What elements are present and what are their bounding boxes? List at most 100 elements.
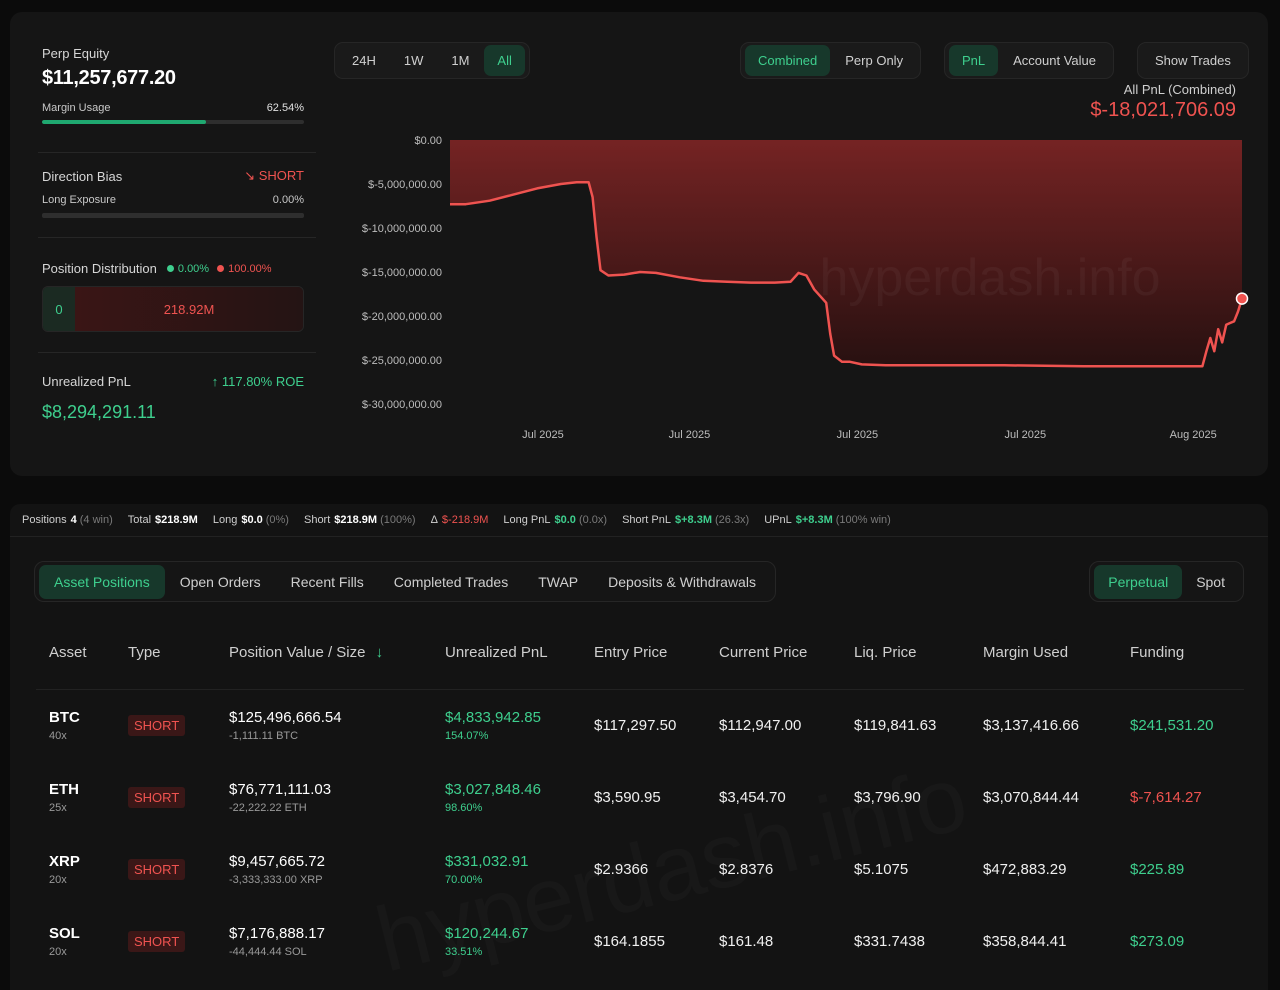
table-row[interactable]: BTC 40x SHORT $125,496,666.54 -1,111.11 BT… bbox=[36, 689, 1244, 761]
timeframe-all[interactable]: All bbox=[484, 45, 525, 76]
table-row[interactable]: ETH 25x SHORT $76,771,111.03 -22,222.22 ET… bbox=[36, 761, 1244, 833]
entry-price: $117,297.50 bbox=[594, 716, 677, 734]
timeframe-1m[interactable]: 1M bbox=[438, 45, 482, 76]
trend-down-icon: ↘ bbox=[244, 168, 256, 183]
x-tick-label: Aug 2025 bbox=[1170, 429, 1217, 441]
margin-used: $3,070,844.44 bbox=[983, 788, 1079, 806]
position-distribution-label: Position Distribution bbox=[42, 261, 157, 276]
tab-spot[interactable]: Spot bbox=[1182, 565, 1239, 599]
metric-account-value-button[interactable]: Account Value bbox=[1000, 45, 1109, 76]
timeframe-1w[interactable]: 1W bbox=[391, 45, 437, 76]
y-tick-label: $-25,000,000.00 bbox=[362, 355, 442, 367]
col-current-price[interactable]: Current Price bbox=[706, 617, 841, 690]
stat-delta: Δ $-218.9M bbox=[430, 514, 489, 526]
stat-total: Total $218.9M bbox=[127, 514, 198, 526]
mode-combined-button[interactable]: Combined bbox=[745, 45, 831, 76]
position-type-badge: SHORT bbox=[128, 786, 186, 808]
tab-twap[interactable]: TWAP bbox=[523, 565, 593, 599]
col-margin-used[interactable]: Margin Used bbox=[970, 617, 1117, 690]
liq-price: $119,841.63 bbox=[854, 716, 937, 734]
unrealized-pnl-pct: 98.60% bbox=[445, 801, 483, 814]
long-exposure-value: 0.00% bbox=[272, 194, 304, 206]
tab-deposits-withdrawals[interactable]: Deposits & Withdrawals bbox=[593, 565, 771, 599]
unrealized-pnl: $4,833,942.85 bbox=[445, 708, 541, 726]
asset-leverage: 25x bbox=[49, 801, 67, 814]
position-size: -22,222.22 ETH bbox=[229, 801, 307, 814]
distribution-short-pct: 100.00% bbox=[228, 262, 272, 275]
col-position-value[interactable]: Position Value / Size ↓ bbox=[216, 617, 432, 690]
unrealized-pnl-label: Unrealized PnL bbox=[42, 374, 131, 389]
tab-asset-positions[interactable]: Asset Positions bbox=[39, 564, 165, 599]
margin-used: $358,844.41 bbox=[983, 932, 1067, 950]
tab-completed-trades[interactable]: Completed Trades bbox=[379, 565, 523, 599]
metric-pnl-button[interactable]: PnL bbox=[949, 45, 999, 76]
col-funding[interactable]: Funding bbox=[1117, 617, 1244, 690]
asset-symbol[interactable]: BTC bbox=[49, 709, 115, 726]
market-tabs: Perpetual Spot bbox=[1089, 561, 1244, 602]
tab-recent-fills[interactable]: Recent Fills bbox=[276, 565, 379, 599]
asset-leverage: 40x bbox=[49, 729, 67, 742]
timeframe-selector: 24H 1W 1M All bbox=[334, 42, 530, 79]
show-trades-button[interactable]: Show Trades bbox=[1142, 45, 1244, 76]
pnl-chart[interactable]: $0.00 $-5,000,000.00 $-10,000,000.00 $-15,0… bbox=[330, 120, 1260, 460]
col-asset[interactable]: Asset bbox=[36, 617, 115, 690]
current-price: $3,454.70 bbox=[719, 788, 786, 806]
table-row[interactable]: XRP 20x SHORT $9,457,665.72 -3,333,333.00 … bbox=[36, 833, 1244, 905]
asset-symbol[interactable]: ETH bbox=[49, 781, 115, 798]
unrealized-pnl: $3,027,848.46 bbox=[445, 780, 541, 798]
divider bbox=[38, 352, 316, 353]
tab-open-orders[interactable]: Open Orders bbox=[165, 565, 276, 599]
current-price: $2.8376 bbox=[719, 860, 774, 878]
roe-value: 117.80% ROE bbox=[221, 374, 304, 389]
distribution-long-pct: 0.00% bbox=[177, 262, 210, 275]
margin-used: $3,137,416.66 bbox=[983, 716, 1079, 734]
divider bbox=[38, 152, 316, 153]
liq-price: $331.7438 bbox=[854, 932, 925, 950]
entry-price: $3,590.95 bbox=[594, 788, 661, 806]
col-liq-price[interactable]: Liq. Price bbox=[841, 617, 970, 690]
unrealized-pnl: $120,244.67 bbox=[445, 924, 529, 942]
mode-perp-only-button[interactable]: Perp Only bbox=[832, 45, 916, 76]
position-size: -44,444.44 SOL bbox=[229, 945, 307, 958]
current-price: $112,947.00 bbox=[719, 716, 802, 734]
mode-selector: Combined Perp Only bbox=[740, 42, 922, 79]
positions-panel: Asset Positions Open Orders Recent Fills… bbox=[10, 537, 1268, 990]
timeframe-24h[interactable]: 24H bbox=[339, 45, 389, 76]
long-exposure-bar bbox=[42, 213, 304, 218]
entry-price: $2.9366 bbox=[594, 860, 649, 878]
position-type-badge: SHORT bbox=[128, 858, 186, 880]
x-tick-label: Jul 2025 bbox=[837, 429, 879, 441]
position-size: -3,333,333.00 XRP bbox=[229, 873, 323, 886]
col-type[interactable]: Type bbox=[115, 617, 216, 690]
direction-bias-indicator: ↘ SHORT bbox=[244, 168, 304, 184]
table-row[interactable]: SOL 20x SHORT $7,176,888.17 -44,444.44 SOL… bbox=[36, 905, 1244, 977]
margin-used: $472,883.29 bbox=[983, 860, 1067, 878]
roe-indicator: ↑ 117.80% ROE bbox=[212, 374, 304, 389]
stat-positions: Positions 4 (4 win) bbox=[22, 514, 113, 526]
tab-perpetual[interactable]: Perpetual bbox=[1094, 564, 1183, 599]
distribution-short-segment: 218.92M bbox=[75, 287, 303, 331]
distribution-long-segment: 0 bbox=[43, 287, 75, 331]
asset-symbol[interactable]: SOL bbox=[49, 925, 115, 942]
stat-upnl: UPnL $+8.3M (100% win) bbox=[764, 514, 891, 526]
distribution-long-amount: 0 bbox=[55, 301, 63, 317]
table-header-row: Asset Type Position Value / Size ↓ Unrea… bbox=[36, 617, 1244, 690]
unrealized-pnl-pct: 33.51% bbox=[445, 945, 483, 958]
distribution-bar: 0 218.92M bbox=[42, 286, 304, 332]
position-value: $7,176,888.17 bbox=[229, 924, 325, 942]
long-exposure-label: Long Exposure bbox=[42, 194, 116, 206]
perp-equity-label: Perp Equity bbox=[42, 46, 110, 61]
direction-bias-value: SHORT bbox=[258, 168, 304, 183]
margin-usage-fill bbox=[42, 120, 206, 124]
position-value: $76,771,111.03 bbox=[229, 780, 332, 798]
asset-symbol[interactable]: XRP bbox=[49, 853, 115, 870]
position-type-badge: SHORT bbox=[128, 930, 186, 952]
positions-table: Asset Type Position Value / Size ↓ Unrea… bbox=[36, 617, 1244, 977]
stat-long: Long $0.0 (0%) bbox=[212, 514, 289, 526]
unrealized-pnl-pct: 70.00% bbox=[445, 873, 483, 886]
col-entry-price[interactable]: Entry Price bbox=[581, 617, 706, 690]
metric-selector: PnL Account Value bbox=[944, 42, 1115, 79]
col-unrealized-pnl[interactable]: Unrealized PnL bbox=[432, 617, 581, 690]
y-tick-label: $-30,000,000.00 bbox=[362, 399, 442, 411]
pnl-current-point bbox=[1235, 292, 1249, 305]
